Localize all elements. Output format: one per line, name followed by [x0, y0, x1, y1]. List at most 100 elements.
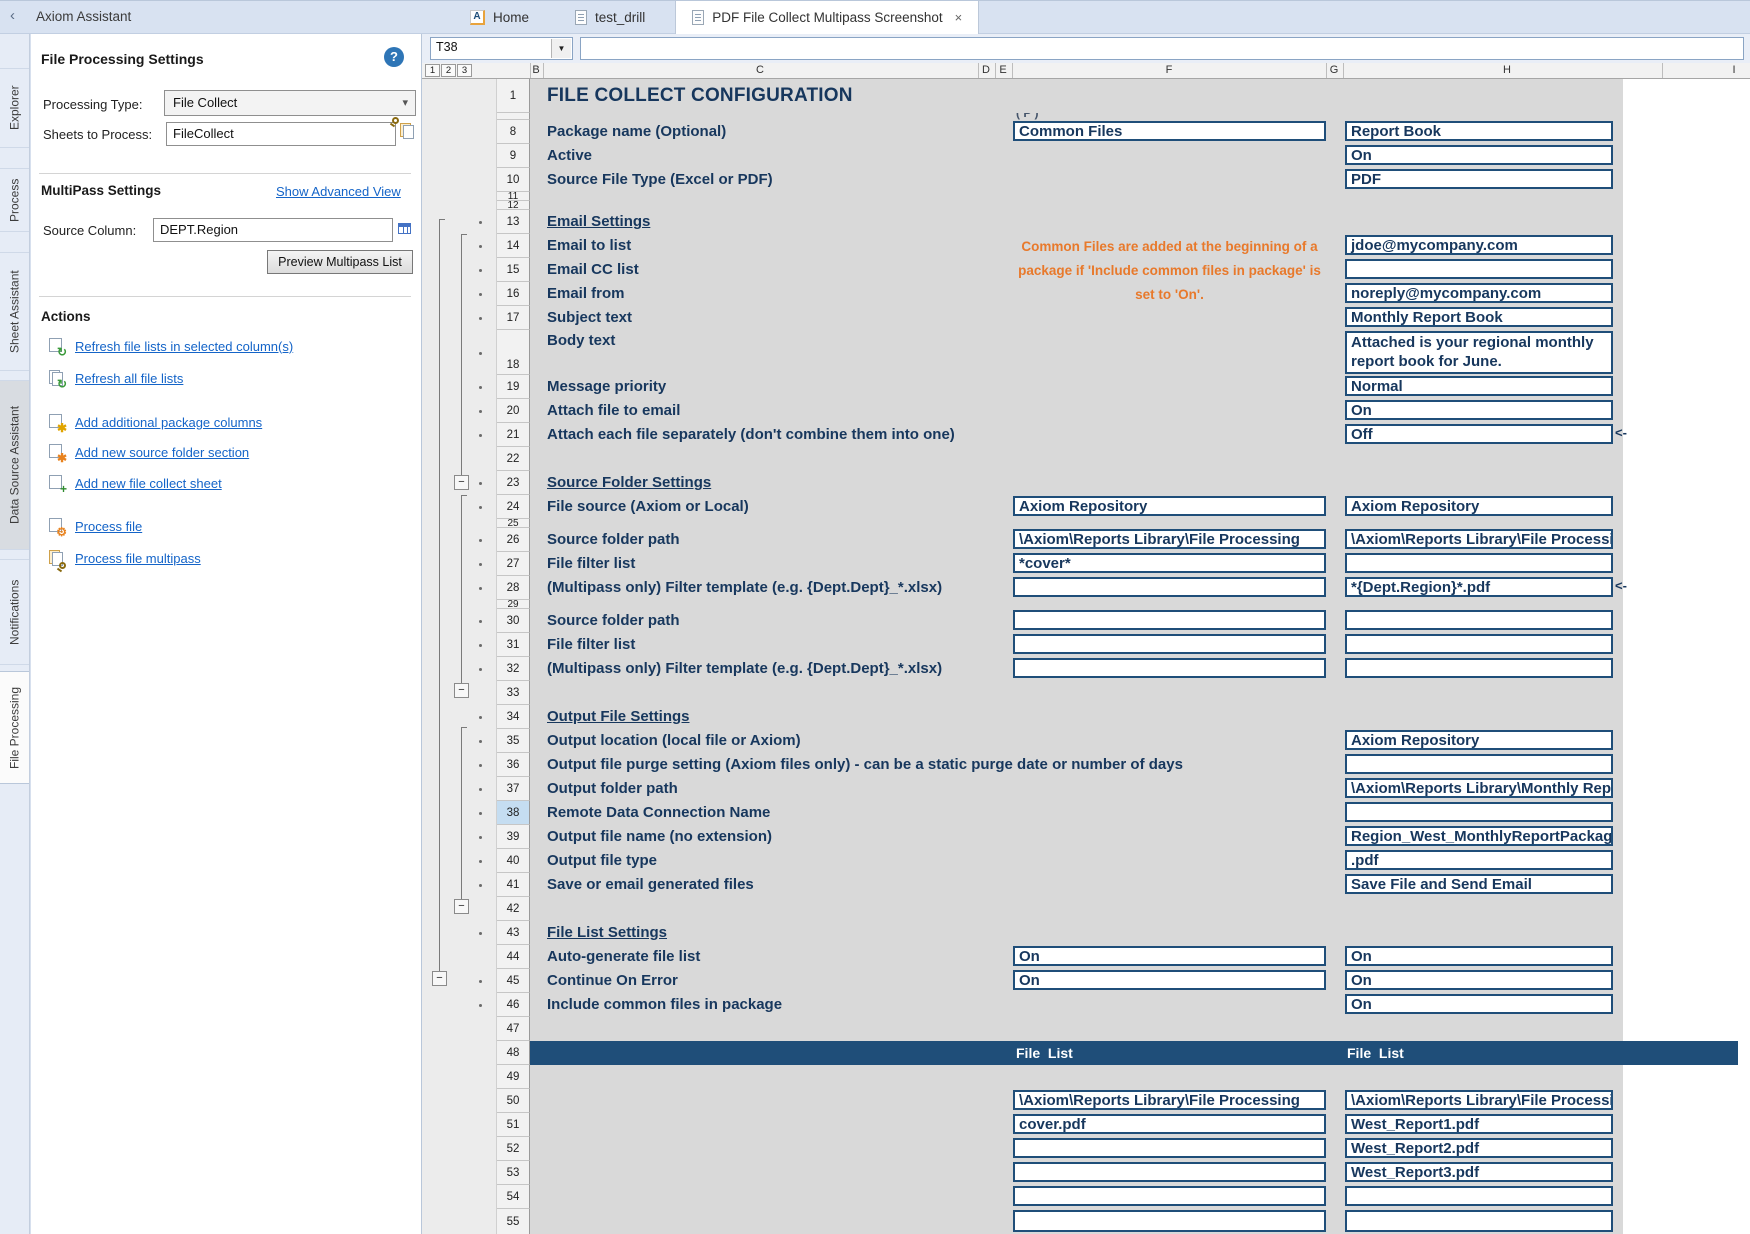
cell-input-h[interactable]: Axiom Repository [1345, 730, 1613, 750]
row-number[interactable]: 44 [497, 945, 530, 969]
cell-input-h[interactable]: \Axiom\Reports Library\Monthly Reports [1345, 778, 1613, 798]
row-label[interactable]: Source File Type (Excel or PDF) [530, 168, 773, 192]
cell-input-h[interactable]: Monthly Report Book [1345, 307, 1613, 327]
action-label[interactable]: Add new source folder section [75, 445, 249, 460]
doc-tab-home[interactable]: AHome [454, 1, 545, 34]
row-number[interactable]: 9 [497, 144, 530, 168]
action-pages-search[interactable]: Process file multipass [47, 549, 201, 567]
row-number[interactable]: 46 [497, 993, 530, 1017]
row-number[interactable]: 21 [497, 423, 530, 447]
row-number[interactable]: 54 [497, 1185, 530, 1209]
row-label[interactable]: Output folder path [530, 777, 678, 801]
cell-input-h[interactable]: jdoe@mycompany.com [1345, 235, 1613, 255]
row-number[interactable]: 20 [497, 399, 530, 423]
cell-input-h[interactable]: \Axiom\Reports Library\File Processing [1345, 1090, 1613, 1110]
row-label[interactable]: Output file type [530, 849, 657, 873]
show-advanced-view-link[interactable]: Show Advanced View [276, 184, 401, 199]
cell-input-h[interactable]: Save File and Send Email [1345, 874, 1613, 894]
cell-input-h[interactable]: West_Report2.pdf [1345, 1138, 1613, 1158]
column-header-b[interactable]: B [532, 64, 539, 76]
cell-input-f[interactable]: \Axiom\Reports Library\File Processing [1013, 1090, 1326, 1110]
row-label[interactable]: Output location (local file or Axiom) [530, 729, 801, 753]
side-tab-data-source-assistant[interactable]: Data Source Assistant [0, 380, 29, 550]
row-number[interactable]: 26 [497, 528, 530, 552]
row-label[interactable]: Message priority [530, 375, 666, 399]
row-number[interactable]: 13 [497, 210, 530, 234]
row-number[interactable]: 35 [497, 729, 530, 753]
cell-input-h[interactable] [1345, 1186, 1613, 1206]
side-tab-sheet-assistant[interactable]: Sheet Assistant [0, 252, 29, 371]
row-number[interactable]: 16 [497, 282, 530, 306]
action-label[interactable]: Refresh file lists in selected column(s) [75, 339, 293, 354]
row-number[interactable]: 34 [497, 705, 530, 729]
cell-input-h[interactable]: West_Report3.pdf [1345, 1162, 1613, 1182]
row-label[interactable]: Remote Data Connection Name [530, 801, 770, 825]
row-number[interactable]: 41 [497, 873, 530, 897]
name-box-dropdown-icon[interactable]: ▼ [551, 39, 571, 58]
cell-input-h[interactable] [1345, 634, 1613, 654]
side-tab-process[interactable]: Process [0, 168, 29, 232]
row-number[interactable]: 39 [497, 825, 530, 849]
cell-input-f[interactable]: cover.pdf [1013, 1114, 1326, 1134]
row-number[interactable]: 24 [497, 495, 530, 519]
cell-input-f[interactable] [1013, 577, 1326, 597]
row-label[interactable]: Email to list [530, 234, 631, 258]
row-number[interactable]: 52 [497, 1137, 530, 1161]
cell-input-h[interactable] [1345, 658, 1613, 678]
side-tab-explorer[interactable]: Explorer [0, 68, 29, 148]
formula-bar[interactable] [580, 37, 1744, 60]
processing-type-select[interactable]: File Collect ▾ [164, 90, 416, 116]
cell-input-f[interactable] [1013, 1186, 1326, 1206]
row-number[interactable]: 31 [497, 633, 530, 657]
column-picker-table-icon[interactable] [397, 220, 419, 242]
row-number[interactable]: 18 [497, 330, 530, 375]
section-header[interactable]: File List Settings [530, 921, 667, 945]
row-label[interactable]: Package name (Optional) [530, 120, 726, 144]
row-number[interactable]: 43 [497, 921, 530, 945]
row-number[interactable]: 38 [497, 801, 530, 825]
row-label[interactable]: Include common files in package [530, 993, 782, 1017]
row-number[interactable]: 25 [497, 519, 530, 528]
cell-input-h[interactable]: On [1345, 994, 1613, 1014]
row-label[interactable]: Email from [530, 282, 625, 306]
action-page-gear[interactable]: ⚙Process file [47, 517, 142, 535]
cell-input-h[interactable]: PDF [1345, 169, 1613, 189]
action-label[interactable]: Add new file collect sheet [75, 476, 222, 491]
cell-input-h[interactable]: \Axiom\Reports Library\File Processing [1345, 529, 1613, 549]
collapse-group-button[interactable]: − [454, 475, 469, 490]
cell-input-h[interactable]: Normal [1345, 376, 1613, 396]
action-page-add[interactable]: +Add new file collect sheet [47, 474, 222, 492]
row-number[interactable]: 30 [497, 609, 530, 633]
cell-input-f[interactable] [1013, 610, 1326, 630]
action-page-refresh[interactable]: ↻Refresh file lists in selected column(s… [47, 337, 293, 355]
section-header[interactable]: Source Folder Settings [530, 471, 711, 495]
row-number[interactable]: 15 [497, 258, 530, 282]
row-cells[interactable]: File ListFile List [530, 1041, 1750, 1065]
cell-input-h[interactable]: On [1345, 400, 1613, 420]
row-number[interactable]: 55 [497, 1209, 530, 1234]
row-label[interactable]: File filter list [530, 633, 635, 657]
row-number[interactable] [497, 113, 530, 120]
cell-input-h[interactable]: Region_West_MonthlyReportPackage [1345, 826, 1613, 846]
collapse-group-button[interactable]: − [454, 899, 469, 914]
cell-input-h[interactable]: Report Book [1345, 121, 1613, 141]
cell-input-h[interactable]: On [1345, 946, 1613, 966]
row-label[interactable]: File filter list [530, 552, 635, 576]
cell-input-h[interactable]: West_Report1.pdf [1345, 1114, 1613, 1134]
row-number[interactable]: 27 [497, 552, 530, 576]
cell-input-f[interactable]: *cover* [1013, 553, 1326, 573]
action-pages-refresh[interactable]: ↻Refresh all file lists [47, 369, 183, 387]
action-label[interactable]: Add additional package columns [75, 415, 262, 430]
row-number[interactable]: 11 [497, 192, 530, 201]
outline-level-button-3[interactable]: 3 [457, 64, 472, 77]
row-label[interactable]: Source folder path [530, 609, 680, 633]
row-number[interactable]: 8 [497, 120, 530, 144]
column-header-i[interactable]: I [1732, 64, 1735, 76]
column-header-d[interactable]: D [982, 64, 990, 76]
row-label[interactable]: Output file purge setting (Axiom files o… [530, 753, 1183, 777]
row-number[interactable]: 36 [497, 753, 530, 777]
column-header-g[interactable]: G [1330, 64, 1339, 76]
row-number[interactable]: 45 [497, 969, 530, 993]
cell-input-f[interactable] [1013, 658, 1326, 678]
side-tab-notifications[interactable]: Notifications [0, 559, 29, 665]
